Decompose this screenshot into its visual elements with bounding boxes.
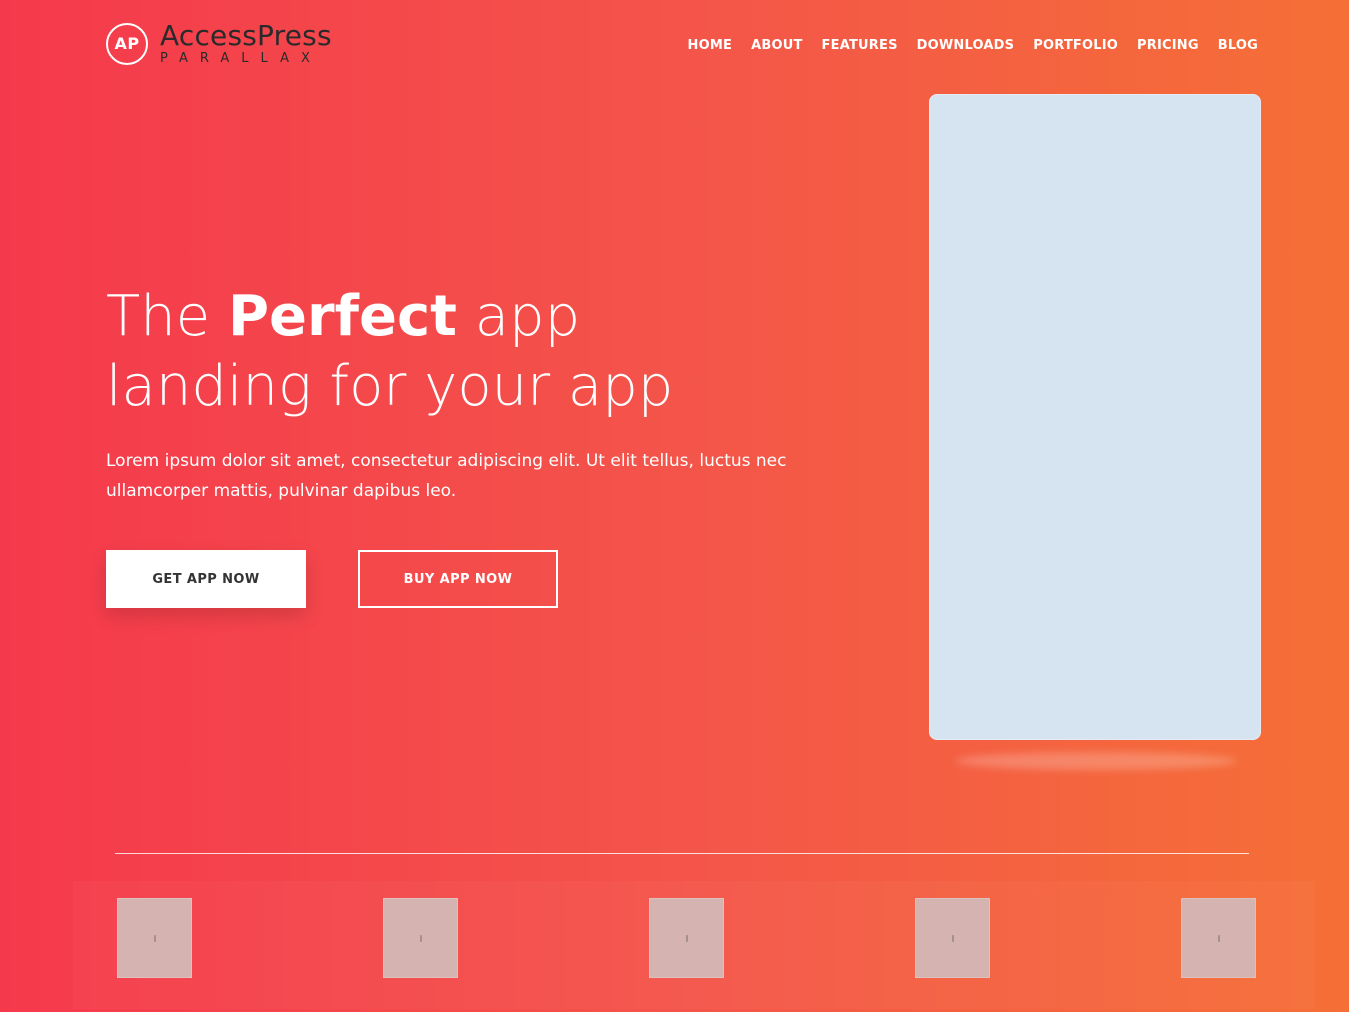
hero-actions: GET APP NOW BUY APP NOW bbox=[106, 550, 866, 608]
gallery-thumbnail[interactable] bbox=[117, 898, 192, 978]
nav-item-portfolio[interactable]: PORTFOLIO bbox=[1033, 38, 1118, 53]
gallery-thumbnail[interactable] bbox=[1181, 898, 1256, 978]
hero-title-bold: Perfect bbox=[227, 284, 457, 349]
hero-title-post: app bbox=[456, 284, 581, 349]
get-app-button[interactable]: GET APP NOW bbox=[106, 550, 306, 608]
buy-app-button[interactable]: BUY APP NOW bbox=[358, 550, 558, 608]
gallery-thumbnail[interactable] bbox=[383, 898, 458, 978]
section-divider bbox=[115, 853, 1249, 854]
phone-shadow bbox=[955, 752, 1237, 770]
logo-text: AccessPress PARALLAX bbox=[160, 19, 332, 66]
nav-item-features[interactable]: FEATURES bbox=[822, 38, 898, 53]
nav-item-pricing[interactable]: PRICING bbox=[1137, 38, 1199, 53]
nav-item-about[interactable]: ABOUT bbox=[751, 38, 802, 53]
image-placeholder-icon bbox=[951, 934, 954, 942]
site-logo[interactable]: AP AccessPress PARALLAX bbox=[106, 22, 332, 65]
brand-name: AccessPress bbox=[160, 19, 332, 52]
hero-title-line2: landing for your app bbox=[106, 354, 674, 419]
gallery-thumbnail[interactable] bbox=[649, 898, 724, 978]
image-placeholder-icon bbox=[685, 934, 688, 942]
image-placeholder-icon bbox=[1217, 934, 1220, 942]
brand-tagline: PARALLAX bbox=[160, 51, 322, 66]
nav-item-downloads[interactable]: DOWNLOADS bbox=[917, 38, 1015, 53]
landing-page: AP AccessPress PARALLAX HOME ABOUT FEATU… bbox=[0, 0, 1349, 1012]
thumbnail-gallery bbox=[117, 898, 1257, 980]
hero-section: The Perfect app landing for your app Lor… bbox=[106, 282, 866, 608]
hero-description: Lorem ipsum dolor sit amet, consectetur … bbox=[106, 451, 787, 501]
nav-item-home[interactable]: HOME bbox=[688, 38, 733, 53]
hero-title: The Perfect app landing for your app bbox=[106, 282, 866, 422]
phone-mockup bbox=[929, 94, 1261, 740]
image-placeholder-icon bbox=[153, 934, 156, 942]
gallery-thumbnail[interactable] bbox=[915, 898, 990, 978]
logo-badge: AP bbox=[106, 22, 148, 65]
main-nav: HOME ABOUT FEATURES DOWNLOADS PORTFOLIO … bbox=[688, 38, 1258, 53]
hero-title-pre: The bbox=[106, 284, 228, 349]
nav-item-blog[interactable]: BLOG bbox=[1218, 38, 1258, 53]
image-placeholder-icon bbox=[419, 934, 422, 942]
